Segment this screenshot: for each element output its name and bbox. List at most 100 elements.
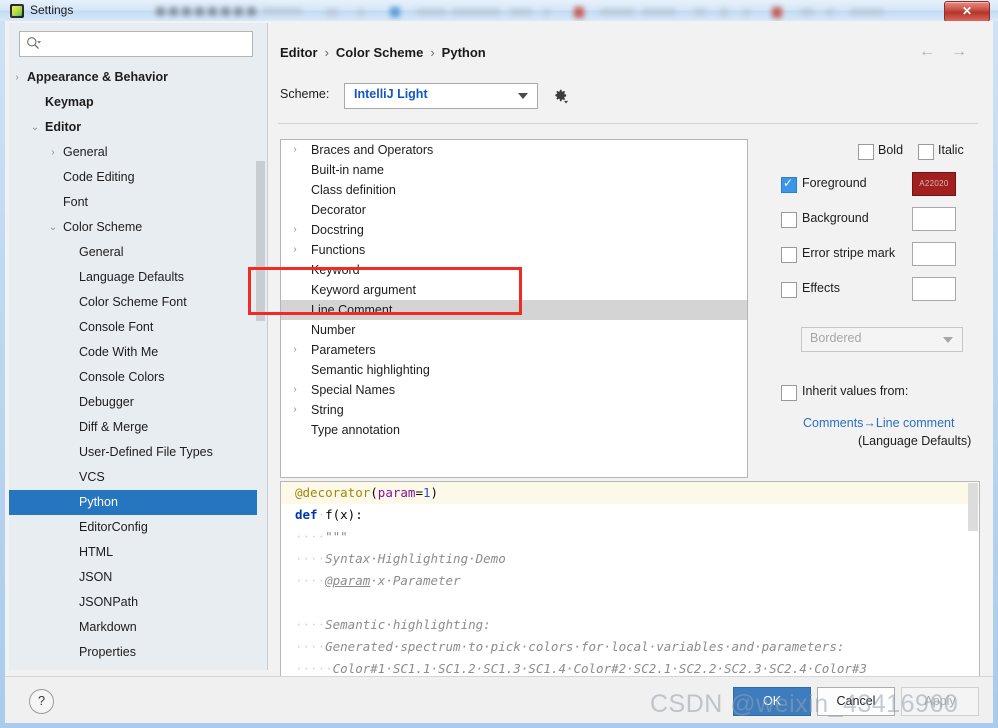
sidebar-item-code-with-me[interactable]: Code With Me <box>9 340 266 365</box>
pycharm-icon <box>10 4 24 18</box>
sidebar-item-html[interactable]: HTML <box>9 540 266 565</box>
code-token: ···· <box>295 529 326 544</box>
background-checkbox[interactable] <box>781 212 797 228</box>
sidebar-item-python[interactable]: Python <box>9 490 266 515</box>
sidebar-item-keymap[interactable]: Keymap <box>9 90 266 115</box>
inherit-values-label: Inherit values from: <box>802 384 909 398</box>
cancel-button[interactable]: Cancel <box>817 687 895 716</box>
inherit-values-checkbox[interactable] <box>781 385 797 401</box>
sidebar-item-general[interactable]: General <box>9 240 266 265</box>
color-list-item[interactable]: Number <box>281 320 747 340</box>
code-preview[interactable]: @decorator(param=1) def·f(x): ····""" ····S… <box>280 481 980 682</box>
code-line: def·f(x): <box>281 504 979 526</box>
color-list-item-label: Keyword <box>311 263 360 277</box>
color-list-item[interactable]: Semantic highlighting <box>281 360 747 380</box>
color-list-item[interactable]: Class definition <box>281 180 747 200</box>
sidebar-item-label: Keymap <box>45 95 94 109</box>
chevron-right-icon[interactable]: › <box>289 220 301 240</box>
breadcrumb-part[interactable]: Python <box>442 45 486 60</box>
color-list-item[interactable]: › Braces and Operators <box>281 140 747 160</box>
sidebar-item-code-editing[interactable]: Code Editing <box>9 165 266 190</box>
preview-scrollbar-thumb[interactable] <box>968 483 978 531</box>
foreground-label: Foreground <box>802 176 867 190</box>
inherit-source-link[interactable]: Comments→Line comment <box>803 416 954 430</box>
chevron-right-icon[interactable]: › <box>289 340 301 360</box>
chevron-down-icon[interactable]: ⌄ <box>29 115 41 140</box>
chevron-right-icon[interactable]: › <box>289 140 301 160</box>
sidebar-item-color-scheme[interactable]: ⌄ Color Scheme <box>9 215 266 240</box>
italic-label: Italic <box>938 143 964 157</box>
gear-icon[interactable] <box>550 86 569 105</box>
sidebar-scrollbar-track[interactable] <box>256 65 266 665</box>
sidebar-item-font[interactable]: Font <box>9 190 266 215</box>
effects-label: Effects <box>802 281 840 295</box>
sidebar-item-language-defaults[interactable]: Language Defaults <box>9 265 266 290</box>
sidebar-item-label: Python <box>79 495 118 509</box>
search-box[interactable] <box>19 31 253 57</box>
breadcrumb-part[interactable]: Color Scheme <box>336 45 423 60</box>
scheme-dropdown[interactable]: IntelliJ Light <box>344 83 538 109</box>
color-list-item[interactable]: › Docstring <box>281 220 747 240</box>
close-icon[interactable]: ✕ <box>944 1 990 21</box>
sidebar-item-json[interactable]: JSON <box>9 565 266 590</box>
sidebar-item-vcs[interactable]: VCS <box>9 465 266 490</box>
code-token: ····· <box>295 661 333 676</box>
sidebar-item-editorconfig[interactable]: EditorConfig <box>9 515 266 540</box>
color-list-item[interactable]: Line Comment <box>281 300 747 320</box>
apply-button[interactable]: Apply <box>901 687 979 716</box>
color-list-item[interactable]: Decorator <box>281 200 747 220</box>
chevron-right-icon[interactable]: › <box>11 65 23 90</box>
settings-sidebar: › Appearance & Behavior Keymap ⌄ Editor › Gene… <box>9 23 268 670</box>
sidebar-item-label: VCS <box>79 470 105 484</box>
color-list-item[interactable]: › Functions <box>281 240 747 260</box>
effects-color-swatch[interactable] <box>912 277 956 301</box>
help-button[interactable]: ? <box>29 689 54 714</box>
sidebar-item-user-defined-file-types[interactable]: User-Defined File Types <box>9 440 266 465</box>
error-stripe-color-swatch[interactable] <box>912 242 956 266</box>
sidebar-item-color-scheme-font[interactable]: Color Scheme Font <box>9 290 266 315</box>
color-list-item[interactable]: Built-in name <box>281 160 747 180</box>
ok-button[interactable]: OK <box>733 687 811 716</box>
sidebar-item-debugger[interactable]: Debugger <box>9 390 266 415</box>
search-input[interactable] <box>46 34 248 55</box>
breadcrumb: Editor › Color Scheme › Python <box>280 45 486 60</box>
sidebar-item-editor[interactable]: ⌄ Editor <box>9 115 266 140</box>
color-list-item[interactable]: › String <box>281 400 747 420</box>
sidebar-scrollbar-thumb[interactable] <box>256 161 265 321</box>
color-scheme-list[interactable]: › Braces and Operators Built-in name Class … <box>280 139 748 478</box>
background-color-swatch[interactable] <box>912 207 956 231</box>
effects-checkbox[interactable] <box>781 282 797 298</box>
sidebar-item-label: User-Defined File Types <box>79 445 213 459</box>
sidebar-item-diff-merge[interactable]: Diff & Merge <box>9 415 266 440</box>
italic-checkbox[interactable] <box>918 144 934 160</box>
sidebar-item-console-colors[interactable]: Console Colors <box>9 365 266 390</box>
chevron-down-icon[interactable]: ⌄ <box>47 215 59 240</box>
sidebar-item-console-font[interactable]: Console Font <box>9 315 266 340</box>
back-arrow-icon[interactable]: ← <box>919 43 935 61</box>
foreground-color-swatch[interactable]: A22020 <box>912 172 956 196</box>
sidebar-item-jsonpath[interactable]: JSONPath <box>9 590 266 615</box>
sidebar-item-markdown[interactable]: Markdown <box>9 615 266 640</box>
error-stripe-checkbox[interactable] <box>781 247 797 263</box>
chevron-right-icon[interactable]: › <box>289 400 301 420</box>
color-list-item[interactable]: › Parameters <box>281 340 747 360</box>
sidebar-item-appearance-behavior[interactable]: › Appearance & Behavior <box>9 65 266 90</box>
bold-checkbox[interactable] <box>858 144 874 160</box>
breadcrumb-part[interactable]: Editor <box>280 45 318 60</box>
sidebar-item-label: Color Scheme Font <box>79 295 187 309</box>
foreground-checkbox[interactable] <box>781 175 797 193</box>
color-list-item-label: Keyword argument <box>311 283 416 297</box>
chevron-right-icon[interactable]: › <box>289 240 301 260</box>
color-list-item[interactable]: Keyword <box>281 260 747 280</box>
background-label: Background <box>802 211 869 225</box>
settings-tree[interactable]: › Appearance & Behavior Keymap ⌄ Editor › Gene… <box>9 65 266 665</box>
sidebar-item-properties[interactable]: Properties <box>9 640 266 665</box>
effects-type-dropdown[interactable]: Bordered <box>801 327 963 352</box>
chevron-right-icon[interactable]: › <box>289 380 301 400</box>
color-list-item[interactable]: Type annotation <box>281 420 747 440</box>
forward-arrow-icon[interactable]: → <box>951 43 967 61</box>
chevron-right-icon[interactable]: › <box>47 140 59 165</box>
color-list-item[interactable]: Keyword argument <box>281 280 747 300</box>
sidebar-item-general[interactable]: › General <box>9 140 266 165</box>
color-list-item[interactable]: › Special Names <box>281 380 747 400</box>
